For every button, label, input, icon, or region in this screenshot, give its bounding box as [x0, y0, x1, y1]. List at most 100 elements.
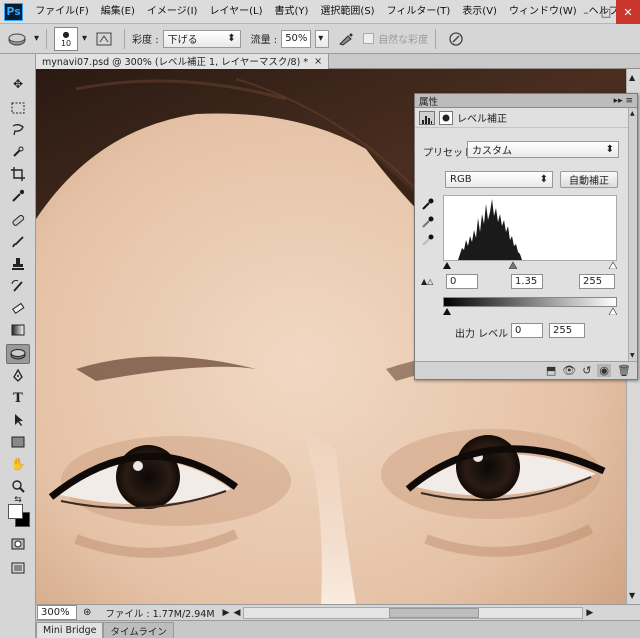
- menu-filter[interactable]: フィルター(T): [381, 0, 457, 24]
- history-brush-tool-icon[interactable]: [6, 276, 30, 296]
- histogram-graph: [458, 199, 522, 260]
- screen-mode-icon[interactable]: [6, 558, 30, 578]
- quick-mask-icon[interactable]: [6, 534, 30, 554]
- menu-image[interactable]: イメージ(I): [141, 0, 204, 24]
- vibrance-checkbox[interactable]: [363, 33, 375, 44]
- scroll-down-icon[interactable]: ▼: [630, 352, 635, 359]
- view-previous-state-icon[interactable]: 👁: [562, 364, 576, 377]
- reset-icon[interactable]: ↺: [582, 364, 591, 377]
- properties-title-bar[interactable]: 属性 ▸▸ ≡: [415, 94, 637, 108]
- close-button[interactable]: ✕: [616, 0, 640, 24]
- toggle-visibility-icon[interactable]: ◉: [597, 364, 612, 377]
- pressure-size-icon[interactable]: [443, 28, 469, 50]
- menu-file[interactable]: ファイル(F): [29, 0, 95, 24]
- brush-dot-icon: ●: [62, 29, 70, 39]
- crop-tool-icon[interactable]: [6, 164, 30, 184]
- zoom-tool-icon[interactable]: [6, 476, 30, 496]
- properties-panel: 属性 ▸▸ ≡ レベル補正 プリセット : カスタム ⬍ RGB ⬍ 自動補正: [414, 93, 638, 380]
- brush-dropdown-arrow-icon[interactable]: ▾: [82, 33, 87, 44]
- status-share-icon[interactable]: ⊛: [83, 607, 91, 618]
- quick-select-tool-icon[interactable]: [6, 142, 30, 162]
- preset-select[interactable]: カスタム ⬍: [467, 141, 619, 158]
- input-black-field[interactable]: 0: [446, 274, 478, 289]
- gradient-tool-icon[interactable]: [6, 320, 30, 340]
- mode-select[interactable]: 下げる ⬍: [162, 29, 241, 48]
- status-menu-arrow-icon[interactable]: ▶: [223, 608, 230, 618]
- sponge-tool-preset-icon[interactable]: [4, 28, 30, 50]
- white-point-eyedropper-icon[interactable]: [421, 233, 435, 250]
- horizontal-scrollbar[interactable]: [243, 606, 584, 619]
- menu-select[interactable]: 選択範囲(S): [314, 0, 380, 24]
- tab-mini-bridge[interactable]: Mini Bridge: [36, 622, 104, 638]
- type-tool-icon[interactable]: T: [6, 388, 30, 408]
- delete-icon[interactable]: 🗑: [617, 364, 631, 377]
- rectangle-tool-icon[interactable]: [6, 432, 30, 452]
- marquee-tool-icon[interactable]: [6, 98, 30, 118]
- histogram: [443, 195, 617, 261]
- clip-to-layer-icon[interactable]: ⬒: [546, 364, 556, 377]
- tab-timeline[interactable]: タイムライン: [103, 622, 174, 638]
- levels-adjustment-icon[interactable]: [419, 110, 435, 125]
- panel-collapse-icon[interactable]: ▸▸ ≡: [614, 96, 633, 106]
- output-levels-slider[interactable]: [443, 307, 618, 316]
- chevron-down-icon: ▾: [318, 33, 324, 44]
- minimize-button[interactable]: –: [576, 0, 596, 24]
- output-white-field[interactable]: 255: [549, 323, 585, 338]
- menu-edit[interactable]: 編集(E): [95, 0, 141, 24]
- bottom-panel-tabs: Mini Bridge タイムライン: [36, 620, 640, 638]
- file-info: ファイル : 1.77M/2.94M: [105, 608, 215, 620]
- menu-layer[interactable]: レイヤー(L): [203, 0, 268, 24]
- pen-tool-icon[interactable]: [6, 366, 30, 386]
- scroll-down-icon[interactable]: ▼: [629, 591, 635, 600]
- scroll-up-icon[interactable]: ▲: [629, 73, 635, 82]
- select-arrows-icon: ⬍: [605, 144, 614, 155]
- zoom-level-input[interactable]: 300%: [37, 605, 77, 620]
- horizontal-scroll-thumb[interactable]: [389, 607, 480, 618]
- select-arrows-icon: ⬍: [539, 174, 548, 185]
- eyedropper-tool-icon[interactable]: [6, 186, 30, 206]
- auto-button[interactable]: 自動補正: [560, 171, 618, 188]
- hscroll-left-icon[interactable]: ◀: [233, 608, 240, 618]
- clone-stamp-tool-icon[interactable]: [6, 254, 30, 274]
- menu-view[interactable]: 表示(V): [456, 0, 503, 24]
- properties-footer: ⬒ 👁 ↺ ◉ 🗑: [415, 361, 637, 379]
- properties-scrollbar[interactable]: ▲ ▼: [628, 108, 637, 361]
- healing-brush-tool-icon[interactable]: [6, 210, 30, 230]
- move-tool-icon[interactable]: ✥: [6, 74, 30, 94]
- hand-tool-icon[interactable]: ✋: [6, 454, 30, 474]
- gray-point-eyedropper-icon[interactable]: [421, 215, 435, 232]
- scroll-up-icon[interactable]: ▲: [630, 110, 635, 117]
- input-gamma-field[interactable]: 1.35: [511, 274, 543, 289]
- foreground-color-swatch[interactable]: [8, 504, 23, 519]
- dropdown-arrow-icon[interactable]: ▾: [34, 33, 39, 44]
- brush-tool-icon[interactable]: [6, 232, 30, 252]
- maximize-button[interactable]: □: [596, 0, 616, 24]
- close-tab-icon[interactable]: ×: [314, 56, 322, 67]
- path-selection-tool-icon[interactable]: [6, 410, 30, 430]
- menu-type[interactable]: 書式(Y): [269, 0, 315, 24]
- channel-select[interactable]: RGB ⬍: [445, 171, 553, 188]
- adjustment-header: レベル補正: [415, 108, 637, 128]
- layer-mask-icon[interactable]: [439, 110, 453, 125]
- brush-panel-toggle-icon[interactable]: [91, 28, 117, 50]
- preset-value: カスタム: [472, 146, 512, 157]
- input-white-field[interactable]: 255: [579, 274, 615, 289]
- black-point-eyedropper-icon[interactable]: [421, 197, 435, 214]
- input-levels-slider[interactable]: [443, 261, 618, 270]
- document-tab[interactable]: mynavi07.psd @ 300% (レベル補正 1, レイヤーマスク/8)…: [36, 53, 330, 69]
- hscroll-right-icon[interactable]: ▶: [586, 608, 593, 618]
- vibrance-label: 自然な彩度: [378, 35, 429, 46]
- output-black-field[interactable]: 0: [511, 323, 543, 338]
- flow-input[interactable]: 50%: [281, 29, 312, 48]
- clipping-warning-icon[interactable]: ▲△: [421, 277, 433, 286]
- sponge-tool-icon[interactable]: [6, 344, 30, 364]
- lasso-tool-icon[interactable]: [6, 120, 30, 140]
- mode-value: 下げる: [167, 35, 198, 46]
- airbrush-icon[interactable]: [333, 28, 359, 50]
- eraser-tool-icon[interactable]: [6, 298, 30, 318]
- menu-window[interactable]: ウィンドウ(W): [503, 0, 583, 24]
- brush-preset-picker[interactable]: ● 10: [54, 26, 79, 51]
- flow-dropdown[interactable]: ▾: [315, 29, 330, 48]
- brush-size: 10: [60, 38, 72, 48]
- status-bar: 300% ⊛ ファイル : 1.77M/2.94M ▶ ◀ ▶: [36, 604, 640, 620]
